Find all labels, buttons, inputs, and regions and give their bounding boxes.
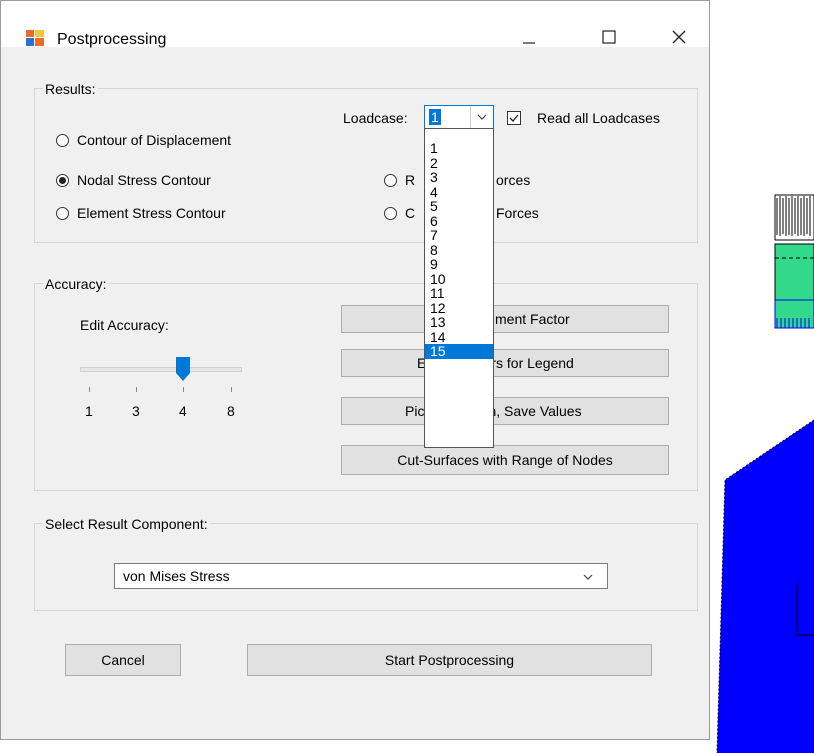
radio-circle bbox=[56, 133, 69, 147]
radio-contact-forces-label: C bbox=[405, 205, 416, 221]
edit-accuracy-label: Edit Accuracy: bbox=[80, 317, 169, 333]
maximize-icon bbox=[602, 30, 616, 44]
loadcase-label: Loadcase: bbox=[343, 110, 408, 126]
postprocessing-dialog: Postprocessing Results: Contour of Displ… bbox=[0, 0, 710, 740]
window-title: Postprocessing bbox=[57, 31, 167, 48]
accuracy-group-label: Accuracy: bbox=[43, 276, 109, 292]
read-all-label: Read all Loadcases bbox=[537, 110, 660, 126]
minimize-button[interactable] bbox=[506, 17, 552, 57]
accuracy-slider-track[interactable] bbox=[80, 367, 242, 372]
loadcase-option[interactable]: 5 bbox=[425, 199, 493, 214]
loadcase-option[interactable]: 15 bbox=[425, 344, 493, 359]
result-component-value: von Mises Stress bbox=[123, 568, 230, 584]
maximize-button[interactable] bbox=[586, 17, 632, 57]
loadcase-option[interactable]: 11 bbox=[425, 286, 493, 301]
result-component-group-label: Select Result Component: bbox=[43, 516, 210, 532]
radio-reaction-forces-label: R bbox=[405, 172, 416, 188]
radio-contact-forces-label-tail: Forces bbox=[496, 205, 539, 221]
radio-contour-displacement-label: Contour of Displacement bbox=[77, 132, 232, 148]
loadcase-option[interactable]: 13 bbox=[425, 315, 493, 330]
radio-circle bbox=[384, 206, 397, 220]
loadcase-option[interactable]: 1 bbox=[425, 141, 493, 156]
legend-button[interactable]: E rs for Legend bbox=[341, 349, 669, 377]
slider-tick bbox=[231, 387, 232, 392]
start-postprocessing-button[interactable]: Start Postprocessing bbox=[247, 644, 652, 676]
slider-tick bbox=[136, 387, 137, 392]
cancel-button-label: Cancel bbox=[101, 652, 145, 668]
checkmark-icon bbox=[509, 114, 519, 122]
minimize-icon bbox=[523, 42, 535, 44]
pick-save-values-label: Pic bbox=[405, 403, 425, 419]
radio-nodal-stress[interactable]: Nodal Stress Contour bbox=[56, 172, 211, 188]
results-group-label: Results: bbox=[43, 81, 98, 97]
result-component-select[interactable]: von Mises Stress bbox=[114, 563, 608, 589]
start-postprocessing-label: Start Postprocessing bbox=[384, 652, 515, 668]
enlargement-factor-button[interactable]: ment Factor bbox=[341, 305, 669, 333]
accuracy-slider-thumb[interactable] bbox=[176, 357, 190, 381]
radio-contact-forces[interactable]: C bbox=[384, 205, 415, 221]
fe-model-view bbox=[716, 194, 814, 753]
radio-reaction-forces-label-tail: orces bbox=[496, 172, 531, 188]
chevron-down-icon bbox=[583, 574, 593, 580]
cancel-button[interactable]: Cancel bbox=[65, 644, 181, 676]
radio-circle-checked bbox=[56, 173, 69, 187]
pick-save-values-button[interactable]: Pic n, Save Values bbox=[341, 397, 669, 425]
app-icon bbox=[26, 30, 44, 46]
slider-tick-label: 1 bbox=[85, 403, 93, 419]
loadcase-dropdown-list: 1 2 3 4 5 6 7 8 9 10 11 12 13 14 15 bbox=[424, 128, 494, 448]
close-icon bbox=[672, 30, 686, 44]
radio-reaction-forces[interactable]: R bbox=[384, 172, 415, 188]
slider-tick bbox=[183, 387, 184, 392]
loadcase-option[interactable]: 7 bbox=[425, 228, 493, 243]
legend-button-label-tail: rs for Legend bbox=[491, 355, 574, 371]
cut-surfaces-label: Cut-Surfaces with Range of Nodes bbox=[397, 452, 613, 468]
radio-circle bbox=[384, 173, 397, 187]
close-button[interactable] bbox=[656, 17, 702, 57]
radio-element-stress-label: Element Stress Contour bbox=[77, 205, 226, 221]
radio-circle bbox=[56, 206, 69, 220]
chevron-down-icon bbox=[470, 106, 493, 128]
slider-tick-label: 3 bbox=[132, 403, 140, 419]
radio-element-stress[interactable]: Element Stress Contour bbox=[56, 205, 226, 221]
enlargement-factor-label: ment Factor bbox=[495, 311, 570, 327]
read-all-checkbox[interactable] bbox=[507, 111, 521, 125]
slider-tick-label: 8 bbox=[227, 403, 235, 419]
model-part-large bbox=[717, 420, 814, 753]
loadcase-selected-value: 1 bbox=[429, 109, 441, 125]
slider-tick bbox=[89, 387, 90, 392]
pick-save-values-label-tail: n, Save Values bbox=[488, 403, 582, 419]
loadcase-option[interactable]: 3 bbox=[425, 170, 493, 185]
slider-tick-label: 4 bbox=[179, 403, 187, 419]
loadcase-option[interactable]: 9 bbox=[425, 257, 493, 272]
cut-surfaces-button[interactable]: Cut-Surfaces with Range of Nodes bbox=[341, 445, 669, 475]
loadcase-select[interactable]: 1 bbox=[424, 105, 494, 129]
radio-contour-displacement[interactable]: Contour of Displacement bbox=[56, 132, 231, 148]
radio-nodal-stress-label: Nodal Stress Contour bbox=[77, 172, 211, 188]
